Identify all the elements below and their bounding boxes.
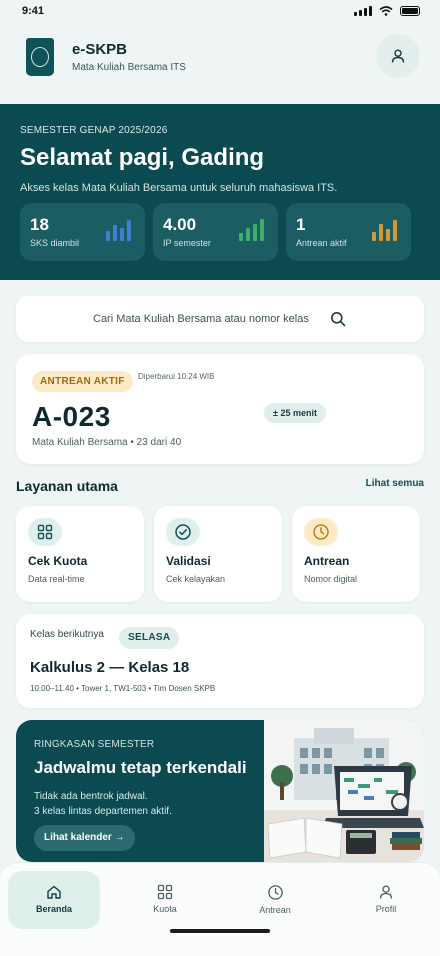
stat-value: 18 <box>30 215 49 234</box>
nav-item-antrean[interactable]: Antrean <box>229 871 321 929</box>
summary-eyebrow: RINGKASAN SEMESTER <box>34 739 155 750</box>
stat-value: 4.00 <box>163 215 197 234</box>
service-subtitle: Data real-time <box>28 574 85 584</box>
grid-icon <box>28 518 62 546</box>
wifi-icon <box>379 6 393 16</box>
profile-button[interactable] <box>376 34 420 78</box>
search-input[interactable]: Cari Mata Kuliah Bersama atau nomor kela… <box>16 296 424 342</box>
service-subtitle: Cek kelayakan <box>166 574 226 584</box>
queue-status-badge: ANTREAN AKTIF <box>32 371 133 392</box>
semester-label: SEMESTER GENAP 2025/2026 <box>20 125 168 136</box>
day-badge: SELASA <box>119 627 180 649</box>
nav-item-profil[interactable]: Profil <box>340 871 432 929</box>
hero-description: Akses kelas Mata Kuliah Bersama untuk se… <box>20 182 338 194</box>
nav-item-kuota[interactable]: Kuota <box>119 871 211 929</box>
clock-icon <box>267 885 283 900</box>
app-name: e-SKPB <box>72 41 128 58</box>
battery-icon <box>400 6 420 16</box>
semester-summary-card: RINGKASAN SEMESTER Jadwalmu tetap terken… <box>16 720 424 862</box>
service-card-validasi[interactable]: Validasi Cek kelayakan <box>154 506 282 602</box>
stat-label: SKS diambil <box>30 238 80 248</box>
home-indicator[interactable] <box>170 929 270 933</box>
bar-chart-icon <box>106 219 131 241</box>
user-icon <box>379 885 393 899</box>
see-all-link[interactable]: Lihat semua <box>366 478 424 489</box>
view-calendar-button[interactable]: Lihat kalender → <box>34 825 135 851</box>
clock-icon <box>304 518 338 546</box>
stat-card-sks[interactable]: 18 SKS diambil <box>20 203 145 261</box>
nav-label: Antrean <box>259 905 291 915</box>
app-header: e-SKPB Mata Kuliah Bersama ITS <box>0 28 440 92</box>
app-subtitle: Mata Kuliah Bersama ITS <box>72 62 186 73</box>
nav-label: Beranda <box>35 904 72 914</box>
service-title: Antrean <box>304 554 350 568</box>
active-queue-card[interactable]: ANTREAN AKTIF Diperbarui 10.24 WIB A-023… <box>16 354 424 464</box>
service-card-cek-kuota[interactable]: Cek Kuota Data real-time <box>16 506 144 602</box>
stat-card-antrean[interactable]: 1 Antrean aktif <box>286 203 411 261</box>
next-class-meta: 10.00–11.40 • Tower 1, TW1-503 • Tim Dos… <box>30 684 216 693</box>
section-title-services: Layanan utama <box>16 478 118 494</box>
grid-icon <box>157 884 173 900</box>
bar-chart-icon <box>239 219 264 241</box>
search-placeholder: Cari Mata Kuliah Bersama atau nomor kela… <box>93 313 309 325</box>
bottom-navigation: Beranda Kuota Antrean Profil <box>0 862 440 956</box>
service-title: Cek Kuota <box>28 554 88 568</box>
stat-value: 1 <box>296 215 306 234</box>
status-icons <box>354 6 420 16</box>
summary-title: Jadwalmu tetap terkendali <box>34 758 247 777</box>
nav-label: Profil <box>375 904 397 914</box>
home-icon <box>47 885 61 899</box>
stat-label: IP semester <box>163 238 211 248</box>
search-icon[interactable] <box>330 311 346 327</box>
summary-line: 3 kelas lintas departemen aktif. <box>34 806 172 817</box>
bar-chart-icon <box>372 219 397 241</box>
queue-eta-badge: ± 25 menit <box>264 403 326 423</box>
next-class-card[interactable]: Kelas berikutnya SELASA Kalkulus 2 — Kel… <box>16 614 424 708</box>
stat-card-ip[interactable]: 4.00 IP semester <box>153 203 278 261</box>
check-circle-icon <box>166 518 200 546</box>
next-class-label: Kelas berikutnya <box>30 629 104 640</box>
queue-description: Mata Kuliah Bersama • 23 dari 40 <box>32 437 182 448</box>
nav-item-beranda[interactable]: Beranda <box>8 871 100 929</box>
status-bar: 9:41 <box>0 0 440 24</box>
queue-number: A-023 <box>32 401 111 432</box>
summary-line: Tidak ada bentrok jadwal. <box>34 791 148 802</box>
its-logo <box>26 38 54 76</box>
stat-label: Antrean aktif <box>296 238 347 248</box>
hero-banner: SEMESTER GENAP 2025/2026 Selamat pagi, G… <box>0 104 440 280</box>
service-card-antrean[interactable]: Antrean Nomor digital <box>292 506 420 602</box>
campus-illustration <box>264 720 424 862</box>
signal-icon <box>354 6 372 16</box>
user-icon <box>391 49 405 63</box>
queue-updated-time: Diperbarui 10.24 WIB <box>138 372 215 381</box>
status-time: 9:41 <box>22 5 45 17</box>
service-title: Validasi <box>166 554 211 568</box>
next-class-title: Kalkulus 2 — Kelas 18 <box>30 659 190 676</box>
nav-label: Kuota <box>153 904 177 914</box>
greeting: Selamat pagi, Gading <box>20 144 265 171</box>
service-subtitle: Nomor digital <box>304 574 358 584</box>
